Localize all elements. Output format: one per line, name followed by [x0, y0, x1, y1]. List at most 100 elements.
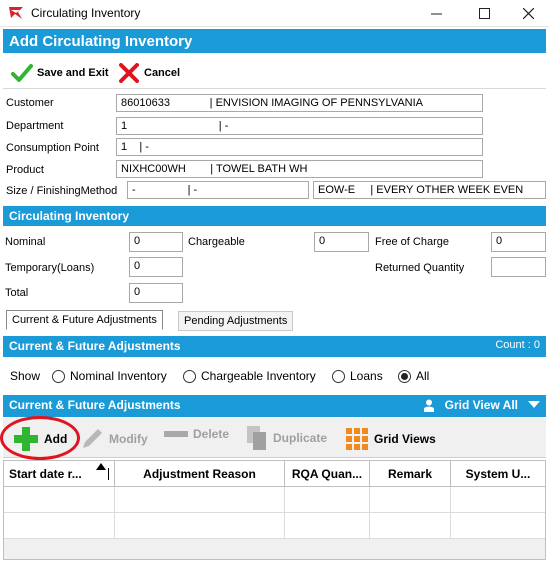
app-logo-icon: [9, 7, 23, 19]
main-toolbar: Save and Exit Cancel: [3, 55, 546, 89]
table-cell: [115, 487, 285, 513]
close-icon: [522, 8, 534, 19]
grid-section-header: Current & Future Adjustments Grid View A…: [3, 395, 546, 417]
table-cell: [285, 513, 370, 539]
circulating-inventory-header: Circulating Inventory: [3, 206, 546, 226]
radio-circle: [332, 369, 345, 383]
customer-label: Customer: [6, 97, 54, 109]
minimize-button[interactable]: [413, 0, 459, 27]
window-titlebar: Circulating Inventory: [0, 0, 549, 27]
radio-circle-checked: [398, 369, 411, 383]
adjustments-title: Current & Future Adjustments: [9, 339, 181, 353]
table-cell: [4, 513, 115, 539]
adjustments-count: Count : 0: [495, 339, 540, 351]
total-field: 0: [129, 283, 183, 303]
cancel-button[interactable]: Cancel: [118, 63, 180, 83]
duplicate-label: Duplicate: [273, 431, 328, 445]
column-header-label: Start date r...: [9, 467, 82, 481]
returned-quantity-field[interactable]: [491, 257, 546, 277]
cancel-label: Cancel: [144, 67, 181, 79]
column-header-remark[interactable]: Remark: [370, 461, 451, 487]
minimize-icon: [430, 13, 442, 15]
product-field[interactable]: NIXHC00WH | TOWEL BATH WH: [116, 160, 483, 178]
table-cell: [370, 513, 451, 539]
triangle-down-icon: [528, 401, 540, 408]
adjustments-grid[interactable]: Start date r... Adjustment Reason RQA Qu…: [3, 460, 546, 560]
temporary-loans-label: Temporary(Loans): [5, 262, 95, 274]
consumption-point-label: Consumption Point: [6, 142, 99, 154]
window-title: Circulating Inventory: [31, 6, 141, 20]
maximize-icon: [478, 8, 490, 19]
department-label: Department: [6, 120, 64, 132]
customer-field[interactable]: 86010633 | ENVISION IMAGING OF PENNSYLVA…: [116, 94, 483, 112]
radio-circle: [183, 369, 196, 383]
column-header-system-user[interactable]: System U...: [451, 461, 545, 487]
duplicate-button[interactable]: Duplicate: [246, 425, 327, 451]
grid-toolbar: Add Modify Delete Duplicate Grid Views: [3, 418, 546, 458]
table-cell: [115, 513, 285, 539]
copy-icon: [247, 426, 266, 450]
size-finishing-field[interactable]: - | -: [127, 181, 309, 199]
radio-label: Nominal Inventory: [70, 369, 167, 383]
show-filter-row: Show Nominal Inventory Chargeable Invent…: [3, 362, 546, 390]
grid-views-button[interactable]: Grid Views: [345, 427, 436, 451]
table-row[interactable]: [4, 487, 545, 513]
delete-button[interactable]: Delete: [164, 427, 229, 441]
adjustments-header: Current & Future Adjustments Count : 0: [3, 336, 546, 357]
table-row[interactable]: [4, 513, 545, 539]
radio-loans[interactable]: Loans: [332, 369, 383, 383]
tab-current-future-adjustments[interactable]: Current & Future Adjustments: [6, 310, 163, 330]
radio-nominal-inventory[interactable]: Nominal Inventory: [52, 369, 167, 383]
user-icon: [423, 399, 434, 412]
column-header-adjustment-reason[interactable]: Adjustment Reason: [115, 461, 285, 487]
radio-chargeable-inventory[interactable]: Chargeable Inventory: [183, 369, 316, 383]
table-cell: [4, 487, 115, 513]
nominal-label: Nominal: [5, 236, 46, 248]
grid-view-all-dropdown[interactable]: Grid View All: [423, 398, 540, 412]
delete-label: Delete: [193, 427, 230, 441]
size-finishing-label: Size / FinishingMethod: [6, 185, 118, 197]
close-window-button[interactable]: [505, 0, 549, 27]
consumption-point-field[interactable]: 1 | -: [116, 138, 483, 156]
add-highlight-annotation: [0, 416, 80, 460]
returned-quantity-label: Returned Quantity: [375, 262, 465, 274]
radio-circle: [52, 369, 65, 383]
table-cell: [285, 487, 370, 513]
department-field[interactable]: 1 | -: [116, 117, 483, 135]
tab-pending-adjustments[interactable]: Pending Adjustments: [178, 311, 294, 331]
save-and-exit-button[interactable]: Save and Exit: [11, 63, 109, 83]
maximize-button[interactable]: [461, 0, 507, 27]
x-icon: [119, 63, 139, 83]
temporary-loans-field[interactable]: 0: [129, 257, 183, 277]
chargeable-field[interactable]: 0: [314, 232, 369, 252]
free-of-charge-field[interactable]: 0: [491, 232, 546, 252]
save-and-exit-label: Save and Exit: [37, 67, 109, 79]
grid-section-title: Current & Future Adjustments: [9, 398, 181, 412]
radio-label: All: [416, 369, 430, 383]
grid-views-label: Grid Views: [374, 432, 436, 446]
schedule-field[interactable]: EOW-E | EVERY OTHER WEEK EVEN: [313, 181, 546, 199]
radio-label: Loans: [350, 369, 383, 383]
grid-view-all-label: Grid View All: [444, 398, 518, 412]
column-header-start-date[interactable]: Start date r...: [4, 461, 115, 487]
minus-icon: [164, 431, 188, 437]
free-of-charge-label: Free of Charge: [375, 236, 449, 248]
grid-header-row: Start date r... Adjustment Reason RQA Qu…: [4, 461, 545, 487]
nominal-field[interactable]: 0: [129, 232, 183, 252]
grid-icon: [346, 428, 368, 450]
chargeable-label: Chargeable: [188, 236, 245, 248]
modify-button[interactable]: Modify: [80, 427, 148, 451]
table-cell: [370, 487, 451, 513]
column-resize-handle[interactable]: [108, 468, 109, 480]
product-label: Product: [6, 164, 44, 176]
show-label: Show: [10, 369, 41, 383]
total-label: Total: [5, 287, 29, 299]
radio-all[interactable]: All: [398, 369, 429, 383]
page-title: Add Circulating Inventory: [3, 29, 546, 53]
checkmark-icon: [11, 64, 33, 82]
sort-ascending-icon: [96, 463, 106, 470]
modify-label: Modify: [109, 432, 148, 446]
pencil-icon: [83, 429, 102, 448]
column-header-rqa-quantity[interactable]: RQA Quan...: [285, 461, 370, 487]
radio-label: Chargeable Inventory: [201, 369, 316, 383]
